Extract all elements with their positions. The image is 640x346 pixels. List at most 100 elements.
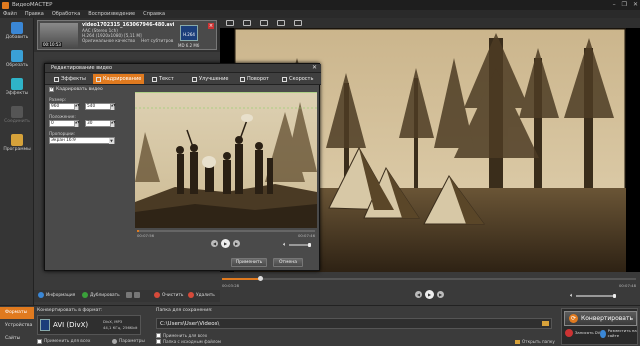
sidebar-item-cut[interactable]: Обрезать — [0, 48, 34, 74]
height-value: 540 — [87, 104, 96, 109]
menu-edit[interactable]: Правка — [25, 11, 44, 17]
save-path-input[interactable]: C:\Users\User\Videos\ — [156, 318, 552, 329]
position-y-input[interactable]: 30 ▲▼ — [85, 120, 116, 127]
crop-checkbox[interactable] — [49, 86, 54, 92]
prev-frame-icon[interactable]: ◀ — [211, 240, 218, 247]
tab-text[interactable]: Текст — [149, 74, 177, 84]
tab-formats[interactable]: Форматы — [0, 307, 34, 319]
menu-help[interactable]: Справка — [143, 11, 165, 17]
apply-button[interactable]: Применить — [231, 258, 267, 267]
rotate-tab-icon — [240, 76, 245, 82]
dialog-volume[interactable]: 🔈︎ — [283, 241, 311, 249]
format-size: MD 6.2 Мб — [178, 43, 200, 48]
maximize-button[interactable]: ❐ — [622, 1, 627, 8]
proportions-label: Пропорции: — [49, 131, 76, 136]
main-times: 00:03:28 00:07:48 — [222, 283, 636, 288]
folder-icon[interactable] — [542, 321, 549, 326]
tab-speed[interactable]: Скорость — [279, 74, 316, 84]
tab-label: Улучшение — [199, 76, 229, 82]
main-volume-slider[interactable] — [575, 294, 616, 298]
dialog-close-button[interactable]: ✕ — [312, 64, 317, 71]
tab-crop[interactable]: Кадрирование — [93, 74, 145, 84]
brightness-icon[interactable] — [260, 20, 268, 26]
save-folder-label: Папка для сохранения: — [156, 308, 213, 313]
height-input[interactable]: 540 ▲▼ — [85, 103, 116, 110]
next-frame-icon[interactable]: ▶ — [233, 240, 240, 247]
volume-icon: 🔈︎ — [283, 241, 287, 248]
proportions-select[interactable]: Экран 16:9 ▼ — [49, 137, 115, 144]
main-timeline[interactable] — [222, 276, 636, 281]
close-button[interactable]: ✕ — [633, 1, 638, 8]
save-apply-all-option[interactable]: Применить для всех — [156, 333, 207, 338]
open-folder-button[interactable]: Открыть папку — [515, 339, 555, 344]
source-folder-checkbox[interactable] — [156, 339, 161, 344]
format-selector[interactable]: AVI (DivX) DivX, MP3 44,1 КГц, 256Kbit — [37, 315, 141, 335]
preview-toolbar — [220, 18, 640, 28]
speed-icon[interactable] — [294, 20, 302, 26]
save-path-value: C:\Users\User\Videos\ — [160, 321, 220, 327]
menu-process[interactable]: Обработка — [52, 11, 80, 17]
play-icon[interactable]: ▶ — [425, 290, 434, 299]
sidebar-item-add[interactable]: Добавить — [0, 20, 34, 46]
dialog-buttons: Применить Отмена — [231, 258, 303, 267]
minimize-button[interactable]: – — [613, 1, 616, 8]
tab-devices[interactable]: Устройства — [0, 320, 34, 332]
source-folder-option[interactable]: Папка с исходным файлом — [156, 339, 221, 344]
gear-icon — [112, 339, 117, 344]
save-apply-all-checkbox[interactable] — [156, 333, 161, 338]
info-button[interactable]: Информация — [38, 292, 75, 298]
web-icon — [600, 329, 606, 338]
tab-label: Поворот — [247, 76, 269, 82]
delete-button[interactable]: Удалить — [188, 292, 215, 298]
info-label: Информация — [46, 292, 76, 298]
convert-button[interactable]: ⟳ Конвертировать — [564, 311, 637, 326]
screenshot-icon[interactable] — [226, 20, 234, 26]
crop-icon[interactable] — [277, 20, 285, 26]
dialog-timeline[interactable] — [137, 230, 315, 232]
proportions-value: Экран 16:9 — [51, 138, 76, 143]
sidebar-item-join[interactable]: Соединить — [0, 104, 34, 130]
crop-settings: Кадрировать видео Размер: 960▲▼ 540▲▼ По… — [49, 86, 133, 247]
position-x-input[interactable]: 0 ▲▼ — [49, 120, 80, 127]
file-duration: 00:10:53 — [42, 42, 62, 47]
duplicate-button[interactable]: Дублировать — [82, 292, 120, 298]
next-frame-icon[interactable]: ▶ — [437, 291, 444, 298]
sidebar-item-programs[interactable]: Программы — [0, 132, 34, 158]
tab-sites[interactable]: Сайты — [0, 333, 34, 345]
sidebar-item-label: Соединить — [4, 119, 30, 124]
apply-all-checkbox[interactable] — [37, 339, 42, 344]
file-item[interactable]: 00:10:53 video1702315_163067946-480.avi … — [37, 20, 217, 50]
prev-frame-icon[interactable]: ◀ — [415, 291, 422, 298]
programs-icon — [11, 134, 23, 146]
tab-rotate[interactable]: Поворот — [237, 74, 272, 84]
width-value: 960 — [51, 104, 60, 109]
main-volume[interactable]: 🔈︎ — [570, 292, 616, 300]
sidebar-item-effects[interactable]: Эффекты — [0, 76, 34, 102]
burn-dvd-button[interactable]: Записать DVD — [565, 329, 603, 337]
tab-effects[interactable]: Эффекты — [51, 74, 89, 84]
width-input[interactable]: 960 ▲▼ — [49, 103, 80, 110]
cancel-button[interactable]: Отмена — [273, 258, 303, 267]
crop-preview[interactable] — [135, 92, 317, 228]
chevron-down-icon: ▼ — [109, 138, 114, 144]
clear-button[interactable]: Очистить — [154, 292, 183, 298]
menu-playback[interactable]: Воспроизведение — [88, 11, 135, 17]
tab-enhance[interactable]: Улучшение — [189, 74, 231, 84]
view-toggle[interactable] — [126, 292, 140, 298]
dialog-playback-controls: ◀ ▶ ▶ — [211, 239, 240, 248]
format-name: AVI (DivX) — [53, 321, 89, 329]
volume-icon: 🔈︎ — [570, 292, 574, 299]
publish-button[interactable]: Разместить на сайте — [600, 328, 637, 338]
effects-icon — [11, 78, 23, 90]
position-label: Положение: — [49, 114, 76, 119]
remove-file-icon[interactable]: × — [208, 23, 214, 29]
monitor-icon[interactable] — [243, 20, 251, 26]
apply-all-option[interactable]: Применить для всех — [37, 339, 90, 344]
parameters-button[interactable]: Параметры — [112, 339, 145, 344]
menu-file[interactable]: Файл — [3, 11, 17, 17]
play-icon[interactable]: ▶ — [221, 239, 230, 248]
main-playback-controls: ◀ ▶ ▶ — [415, 290, 444, 299]
menu-bar: Файл Правка Обработка Воспроизведение Сп… — [0, 10, 640, 18]
sidebar-item-label: Эффекты — [5, 91, 29, 96]
dialog-volume-slider[interactable] — [288, 243, 311, 247]
